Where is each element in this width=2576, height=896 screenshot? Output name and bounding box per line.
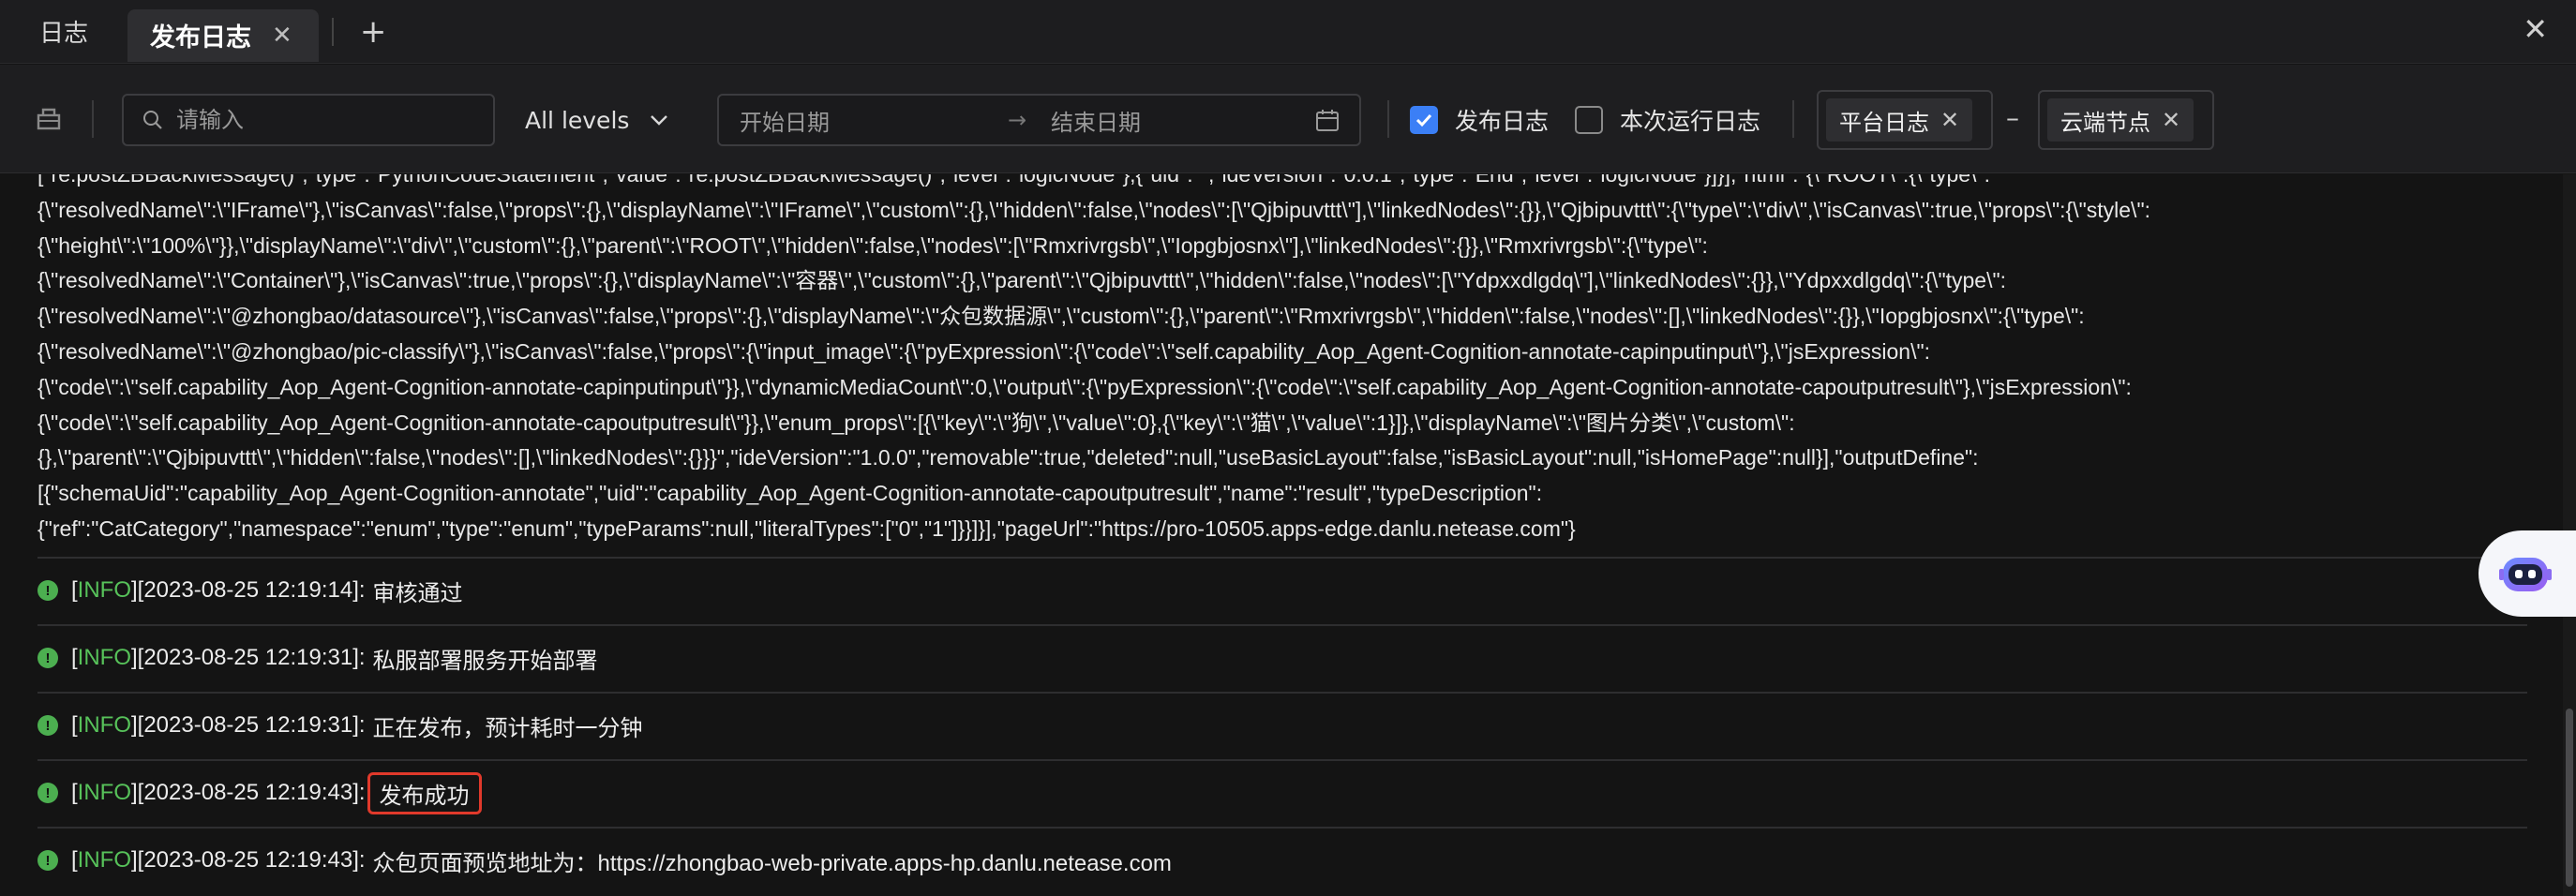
json-line: {"ref":"CatCategory","namespace":"enum",… <box>37 515 1576 541</box>
tab-publish-log[interactable]: 发布日志 ✕ <box>127 8 319 62</box>
log-separator <box>37 692 2527 694</box>
log-level: INFO <box>77 645 131 670</box>
checkbox-unchecked[interactable] <box>1575 106 1603 134</box>
info-circle-icon: ! <box>37 850 58 871</box>
log-separator <box>37 557 2527 559</box>
info-circle-icon: ! <box>37 580 58 601</box>
info-circle-icon: ! <box>37 783 58 803</box>
toolbar-divider <box>1387 100 1389 138</box>
log-bracket-open: [ <box>71 645 78 670</box>
cloud-node-tag-label: 云端节点 <box>2060 109 2150 136</box>
json-line: {\"resolvedName\":\"IFrame\"},\"isCanvas… <box>37 197 2150 222</box>
log-timestamp: ][2023-08-25 12:19:43]: <box>131 847 366 873</box>
level-select-value: All levels <box>525 106 630 134</box>
assistant-button[interactable] <box>2479 530 2576 617</box>
tab-publish-log-label: 发布日志 <box>150 23 252 52</box>
log-message: 私服部署服务开始部署 <box>372 648 598 674</box>
date-start-field[interactable]: 开始日期 <box>740 104 830 137</box>
log-separator <box>37 624 2527 626</box>
json-line: {\"height\":\"100%\"}},\"displayName\":\… <box>37 232 1708 258</box>
log-bracket-open: [ <box>71 847 78 873</box>
date-range-arrow: → <box>1008 107 1027 133</box>
add-tab-icon[interactable]: + <box>347 13 400 51</box>
log-level: INFO <box>77 780 131 805</box>
publish-log-checkbox[interactable]: 发布日志 <box>1410 94 1549 146</box>
log-bracket-open: [ <box>71 780 78 805</box>
run-log-checkbox[interactable]: 本次运行日志 <box>1575 94 1760 146</box>
check-icon <box>1415 113 1432 127</box>
tab-bar: 日志 发布日志 ✕ + <box>0 0 2576 64</box>
log-message: 审核通过 <box>372 580 463 606</box>
log-message: 正在发布，预计耗时一分钟 <box>372 715 643 741</box>
log-list[interactable]: ["re.postZBBackMessage()","type":"Python… <box>0 174 2576 896</box>
log-timestamp: ][2023-08-25 12:19:43]: <box>131 780 366 805</box>
log-level: INFO <box>77 712 131 738</box>
log-bracket-open: [ <box>71 712 78 738</box>
log-separator <box>37 759 2527 761</box>
json-line: {\"code\":\"self.capability_Aop_Agent-Co… <box>37 374 2132 399</box>
log-separator <box>37 827 2527 829</box>
level-select[interactable]: All levels <box>525 94 670 146</box>
log-timestamp: ][2023-08-25 12:19:31]: <box>131 645 366 670</box>
checkbox-checked[interactable] <box>1410 106 1438 134</box>
json-line: {},\"parent\":\"Qjbipuvttt\",\"hidden\":… <box>37 445 1979 470</box>
scroll-thumb[interactable] <box>2566 709 2573 887</box>
tag-separator: – <box>2006 102 2019 133</box>
publish-log-label: 发布日志 <box>1455 108 1550 135</box>
robot-icon <box>2499 558 2552 591</box>
calendar-icon[interactable] <box>1314 108 1340 134</box>
platform-tag: 平台日志 ✕ <box>1826 98 1973 142</box>
tab-logs-label: 日志 <box>39 20 89 48</box>
tag-close-icon[interactable]: ✕ <box>1940 107 1959 133</box>
run-log-label: 本次运行日志 <box>1620 108 1761 135</box>
json-log-payload: ["re.postZBBackMessage()","type":"Python… <box>37 174 2531 547</box>
log-entry: ! [ INFO ][2023-08-25 12:19:43]: 发布成功 <box>37 771 482 814</box>
tab-logs[interactable]: 日志 <box>0 0 127 64</box>
box-icon[interactable] <box>34 104 64 134</box>
platform-tag-label: 平台日志 <box>1839 109 1929 136</box>
log-level: INFO <box>77 577 131 603</box>
platform-select[interactable]: 平台日志 ✕ <box>1817 90 1993 150</box>
log-bracket-open: [ <box>71 577 78 603</box>
date-range-picker[interactable]: 开始日期 → 结束日期 <box>717 94 1361 146</box>
log-entry: ! [ INFO ][2023-08-25 12:19:43]: 众包页面预览地… <box>37 842 1172 879</box>
json-line: [{"schemaUid":"capability_Aop_Agent-Cogn… <box>37 481 1543 506</box>
log-entry: ! [ INFO ][2023-08-25 12:19:31]: 私服部署服务开… <box>37 639 598 677</box>
log-timestamp: ][2023-08-25 12:19:14]: <box>131 577 366 603</box>
date-end-field[interactable]: 结束日期 <box>1051 104 1141 137</box>
node-select[interactable]: 云端节点 ✕ <box>2038 90 2214 150</box>
search-icon <box>143 111 162 129</box>
tab-divider <box>331 17 334 46</box>
log-message: 众包页面预览地址为：https://zhongbao-web-private.a… <box>372 850 1172 876</box>
search-field[interactable] <box>122 94 495 146</box>
tag-close-icon[interactable]: ✕ <box>2162 107 2180 133</box>
json-line: {\"code\":\"self.capability_Aop_Agent-Co… <box>37 410 1795 435</box>
tab-close-icon[interactable]: ✕ <box>272 22 292 50</box>
log-timestamp: ][2023-08-25 12:19:31]: <box>131 712 366 738</box>
json-line: {\"resolvedName\":\"@zhongbao/datasource… <box>37 304 2085 329</box>
toolbar-divider <box>92 100 94 138</box>
log-level: INFO <box>77 847 131 873</box>
toolbar-divider <box>1792 100 1794 138</box>
json-line: ["re.postZBBackMessage()","type":"Python… <box>37 174 1990 187</box>
log-entry: ! [ INFO ][2023-08-25 12:19:14]: 审核通过 <box>37 572 463 609</box>
info-circle-icon: ! <box>37 648 58 668</box>
filter-toolbar: All levels 开始日期 → 结束日期 发布日志 本次运行日志 平台日志 <box>0 65 2576 173</box>
cloud-node-tag: 云端节点 ✕ <box>2047 98 2194 142</box>
publish-success-message: 发布成功 <box>367 771 482 814</box>
json-line: {\"resolvedName\":\"@zhongbao/pic-classi… <box>37 338 1931 364</box>
info-circle-icon: ! <box>37 715 58 736</box>
chevron-down-icon <box>651 115 668 126</box>
window-close-icon[interactable]: ✕ <box>2523 11 2548 47</box>
log-entry: ! [ INFO ][2023-08-25 12:19:31]: 正在发布，预计… <box>37 707 643 744</box>
json-line: {\"resolvedName\":\"Container\"},\"isCan… <box>37 268 2007 293</box>
search-input[interactable] <box>174 106 474 134</box>
